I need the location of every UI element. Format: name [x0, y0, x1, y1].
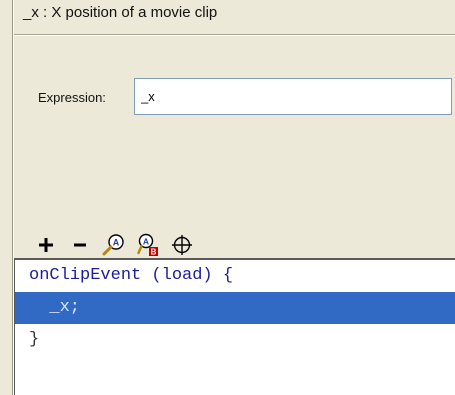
code-line-selected[interactable]: _x; — [15, 292, 455, 324]
svg-text:A: A — [113, 237, 120, 247]
svg-text:B: B — [151, 247, 157, 256]
property-description: _x : X position of a movie clip — [23, 4, 218, 21]
minus-icon — [70, 235, 90, 260]
property-description-bar: _x : X position of a movie clip — [14, 0, 455, 35]
panel-left-border — [0, 0, 14, 395]
code-line[interactable]: onClipEvent (load) { — [15, 260, 455, 292]
expression-field[interactable] — [134, 78, 452, 115]
svg-text:A: A — [143, 236, 149, 246]
plus-icon — [36, 235, 56, 260]
script-editor[interactable]: onClipEvent (load) { _x; } — [14, 258, 455, 395]
code-line[interactable]: } — [15, 324, 455, 356]
expression-label: Expression: — [38, 90, 106, 105]
